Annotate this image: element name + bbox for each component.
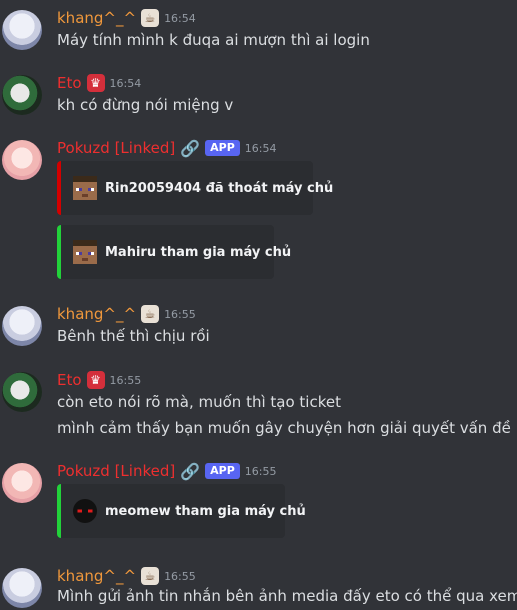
message-header: Eto ♛ 16:54: [57, 73, 141, 93]
embed-color-bar: [57, 161, 61, 215]
avatar[interactable]: [2, 10, 42, 50]
username[interactable]: khang^_^: [57, 305, 136, 323]
crown-icon: ♛: [86, 74, 105, 92]
avatar[interactable]: [2, 140, 42, 180]
minecraft-head-icon: [73, 499, 97, 523]
avatar[interactable]: [2, 75, 42, 115]
message-header: Eto ♛ 16:55: [57, 370, 141, 390]
message-text: kh có đừng nói miệng v: [57, 96, 234, 114]
avatar[interactable]: [2, 568, 42, 608]
coffee-icon: ☕: [141, 9, 160, 27]
app-badge: APP: [205, 463, 240, 479]
username[interactable]: khang^_^: [57, 567, 136, 585]
coffee-icon: ☕: [141, 305, 160, 323]
timestamp: 16:55: [244, 464, 277, 478]
minecraft-head-icon: [73, 240, 97, 264]
username[interactable]: Pokuzd [Linked]: [57, 139, 175, 157]
message-header: khang^_^ ☕ 16:54: [57, 8, 196, 28]
username[interactable]: Eto: [57, 74, 82, 92]
crown-icon: ♛: [86, 371, 105, 389]
timestamp: 16:54: [164, 11, 196, 25]
timestamp: 16:54: [109, 76, 142, 90]
message-text: Mình gửi ảnh tin nhắn bên ảnh media đấy …: [57, 587, 517, 605]
timestamp: 16:55: [164, 307, 196, 321]
link-icon: 🔗: [180, 461, 201, 481]
avatar[interactable]: [2, 306, 42, 346]
embed-leave: Rin20059404 đã thoát máy chủ: [57, 161, 333, 215]
timestamp: 16:55: [109, 373, 142, 387]
message-text: Bênh thế thì chịu rồi: [57, 327, 210, 345]
username[interactable]: khang^_^: [57, 9, 136, 27]
message-text: mình cảm thấy bạn muốn gây chuyện hơn gi…: [57, 419, 511, 437]
app-badge: APP: [205, 140, 240, 156]
avatar[interactable]: [2, 372, 42, 412]
message-header: khang^_^ ☕ 16:55: [57, 304, 196, 324]
link-icon: 🔗: [180, 138, 201, 158]
embed-color-bar: [57, 225, 61, 279]
embed-join: Mahiru tham gia máy chủ: [57, 225, 291, 279]
avatar[interactable]: [2, 463, 42, 503]
minecraft-head-icon: [73, 176, 97, 200]
username[interactable]: Eto: [57, 371, 82, 389]
message-text: Máy tính mình k đuqa ai mượn thì ai logi…: [57, 31, 370, 49]
embed-join: meomew tham gia máy chủ: [57, 484, 306, 538]
message-header: Pokuzd [Linked] 🔗 APP 16:55: [57, 461, 277, 481]
message-text: còn eto nói rõ mà, muốn thì tạo ticket: [57, 393, 341, 411]
embed-text: Rin20059404 đã thoát máy chủ: [105, 180, 334, 196]
embed-text: meomew tham gia máy chủ: [105, 503, 306, 519]
embed-text: Mahiru tham gia máy chủ: [105, 244, 292, 260]
message-header: khang^_^ ☕ 16:55: [57, 566, 196, 586]
timestamp: 16:54: [244, 141, 277, 155]
embed-color-bar: [57, 484, 61, 538]
timestamp: 16:55: [164, 569, 196, 583]
message-header: Pokuzd [Linked] 🔗 APP 16:54: [57, 138, 277, 158]
coffee-icon: ☕: [141, 567, 160, 585]
username[interactable]: Pokuzd [Linked]: [57, 462, 175, 480]
